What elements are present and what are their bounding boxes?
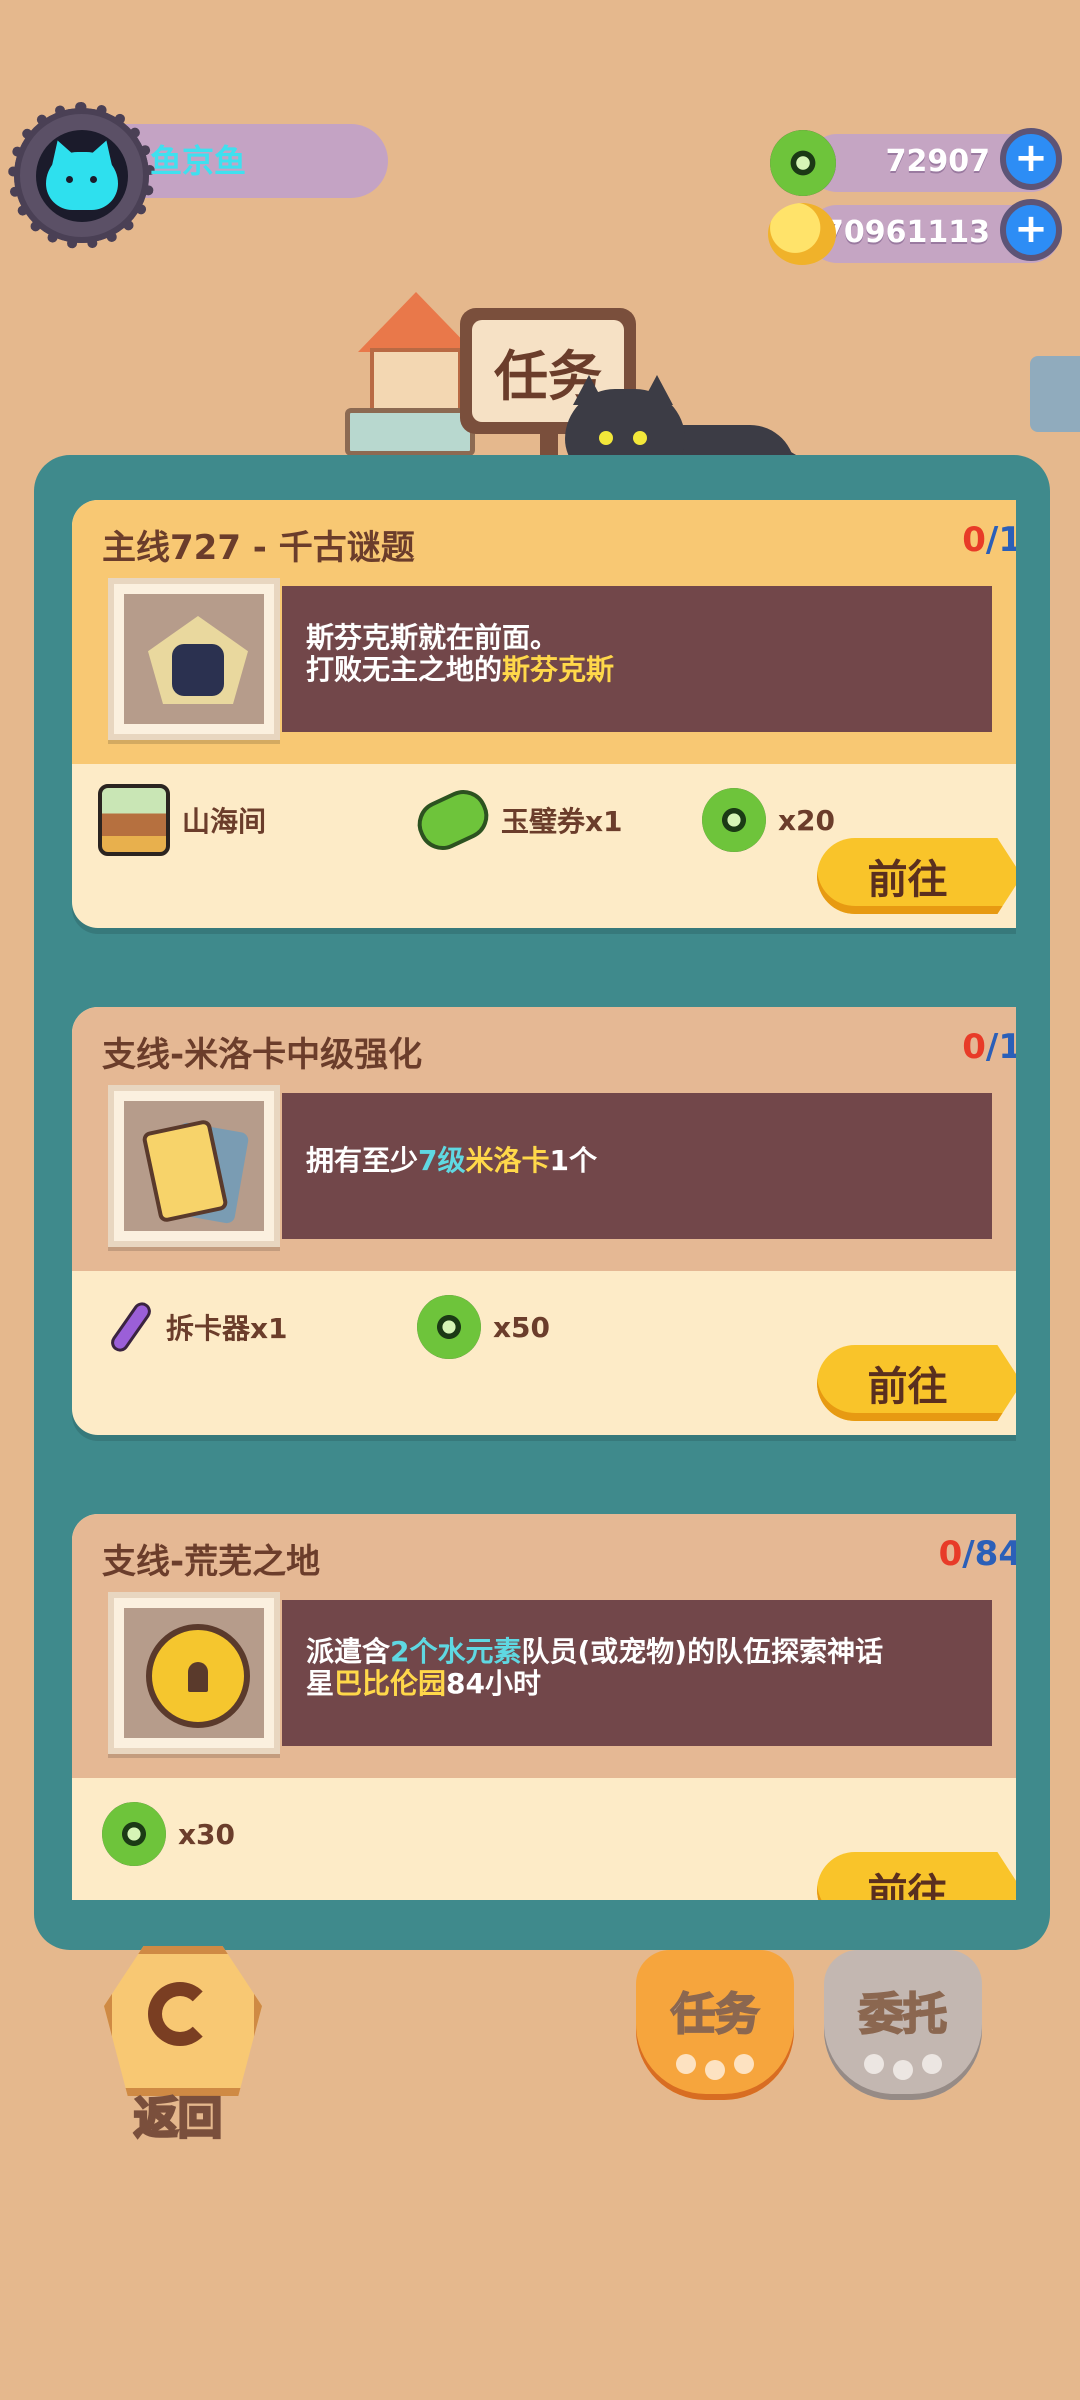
house-decoration-icon: [358, 292, 474, 412]
reward-item: 拆卡器x1: [107, 1292, 288, 1362]
back-button[interactable]: 返回: [104, 1946, 262, 2146]
task-card-main: 主线727 - 千古谜题 0/1 斯芬克斯就在前面。 打败无主之地的斯芬克斯 山…: [72, 500, 1016, 928]
tab-task-label: 任务: [670, 1988, 760, 2041]
go-button[interactable]: 前往: [817, 838, 1016, 914]
jade-coin-icon: [102, 1802, 166, 1866]
task-progress: 0/1: [962, 520, 1016, 560]
jade-coin-icon: [417, 1295, 481, 1359]
task-card-side: 支线-米洛卡中级强化 0/1 拥有至少7级米洛卡1个 拆卡器x1 x50 前往: [72, 1007, 1016, 1435]
go-button[interactable]: 前往: [817, 1852, 1016, 1900]
cat-avatar-icon: [36, 130, 128, 222]
task-title: 支线-荒芜之地: [102, 1542, 321, 1582]
side-drawer-handle[interactable]: [1030, 356, 1080, 432]
reward-item: 山海间: [98, 784, 266, 856]
player-name: 鱼京鱼: [150, 142, 247, 180]
jade-coin-icon: [702, 788, 766, 852]
tab-task[interactable]: 任务: [636, 1950, 794, 2100]
back-label: 返回: [133, 2092, 224, 2146]
task-card-side: 支线-荒芜之地 0/84 派遣含2个水元素队员(或宠物)的队伍探索神话 星巴比伦…: [72, 1514, 1016, 1900]
locked-coin-thumbnail-icon: [108, 1592, 280, 1754]
back-arrow-icon: [148, 1982, 212, 2046]
gold-coin-icon: [768, 203, 836, 265]
task-progress: 0/84: [938, 1534, 1016, 1574]
tab-commission[interactable]: 委托: [824, 1950, 982, 2100]
sphinx-thumbnail-icon: [108, 578, 280, 740]
task-description: 斯芬克斯就在前面。 打败无主之地的斯芬克斯: [282, 586, 992, 732]
shanhaijian-icon: [98, 784, 170, 856]
task-description: 拥有至少7级米洛卡1个: [282, 1093, 992, 1239]
books-decoration-icon: [345, 408, 475, 456]
reward-item: x30: [102, 1799, 235, 1869]
gold-currency-bar: 70961113 +: [808, 199, 1062, 263]
jade-ticket-icon: [409, 782, 497, 858]
add-gold-button[interactable]: +: [1000, 199, 1062, 261]
reward-item: 玉璧券x1: [409, 782, 623, 858]
task-title: 支线-米洛卡中级强化: [102, 1035, 423, 1075]
task-title: 主线727 - 千古谜题: [102, 528, 415, 568]
tab-commission-label: 委托: [858, 1988, 948, 2041]
player-avatar[interactable]: [8, 102, 155, 249]
milok-card-thumbnail-icon: [108, 1085, 280, 1247]
reward-item: x20: [702, 785, 835, 855]
task-progress: 0/1: [962, 1027, 1016, 1067]
add-jade-button[interactable]: +: [1000, 128, 1062, 190]
task-list[interactable]: 主线727 - 千古谜题 0/1 斯芬克斯就在前面。 打败无主之地的斯芬克斯 山…: [36, 500, 1016, 1900]
card-remover-icon: [107, 1298, 155, 1356]
jade-coin-icon: [770, 130, 836, 196]
jade-currency-bar: 72907 +: [808, 128, 1062, 192]
gold-currency-value: 70961113: [823, 215, 990, 250]
go-button[interactable]: 前往: [817, 1345, 1016, 1421]
jade-currency-value: 72907: [885, 144, 990, 179]
task-description: 派遣含2个水元素队员(或宠物)的队伍探索神话 星巴比伦园84小时: [282, 1600, 992, 1746]
reward-item: x50: [417, 1292, 550, 1362]
